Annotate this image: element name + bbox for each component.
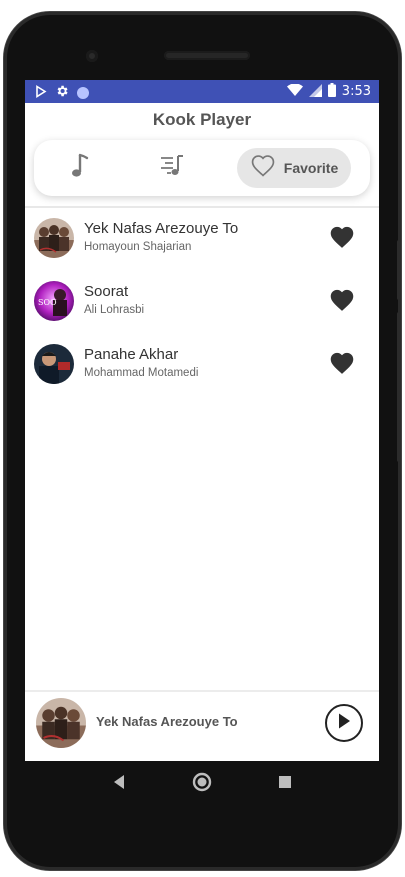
- play-button[interactable]: [325, 704, 363, 742]
- app-screen: 3:53 Kook Player Favorite Yek Nafas Arez…: [25, 80, 379, 761]
- favorite-button[interactable]: [329, 351, 355, 375]
- heart-filled-icon: [329, 226, 355, 253]
- front-camera: [86, 50, 98, 62]
- favorite-songs-list: Yek Nafas Arezouye To Homayoun Shajarian…: [25, 214, 379, 403]
- app-title: Kook Player: [152, 110, 252, 129]
- heart-outline-icon: [250, 154, 276, 182]
- tab-bar: Favorite: [34, 140, 370, 196]
- tab-favorite[interactable]: Favorite: [237, 148, 351, 188]
- tab-playlist[interactable]: [154, 148, 190, 188]
- battery-icon: [327, 83, 336, 100]
- heart-filled-icon: [329, 352, 355, 379]
- play-icon: [336, 712, 352, 735]
- playlist-icon: [159, 154, 185, 183]
- wifi-icon: [286, 82, 303, 100]
- home-icon[interactable]: [192, 772, 212, 797]
- list-item[interactable]: Yek Nafas Arezouye To Homayoun Shajarian: [25, 214, 379, 277]
- earpiece-speaker: [164, 51, 250, 60]
- list-item[interactable]: SOO Soorat Ali Lohrasbi: [25, 277, 379, 340]
- heart-filled-icon: [329, 289, 355, 316]
- play-store-icon: [35, 84, 47, 101]
- volume-button: [397, 312, 401, 462]
- song-artist: Ali Lohrasbi: [84, 304, 145, 316]
- song-title: Soorat: [84, 283, 129, 300]
- mini-player[interactable]: Yek Nafas Arezouye To: [25, 690, 379, 761]
- svg-text:SOO: SOO: [38, 298, 57, 307]
- recents-icon[interactable]: [278, 775, 292, 794]
- system-nav-bar: [25, 761, 379, 807]
- favorite-button[interactable]: [329, 288, 355, 312]
- notification-dot-icon: [77, 86, 89, 99]
- song-title: Panahe Akhar: [84, 346, 179, 363]
- tab-favorite-label: Favorite: [283, 160, 339, 176]
- favorite-button[interactable]: [329, 225, 355, 249]
- album-art: [34, 218, 74, 258]
- tab-songs[interactable]: [62, 148, 98, 188]
- back-icon[interactable]: [112, 774, 126, 795]
- power-button: [397, 240, 401, 300]
- album-art: SOO: [34, 281, 74, 321]
- settings-icon: [55, 84, 69, 101]
- song-title: Yek Nafas Arezouye To: [84, 220, 239, 237]
- status-bar: 3:53: [25, 80, 379, 103]
- now-playing-title: Yek Nafas Arezouye To: [96, 714, 238, 729]
- status-time: 3:53: [341, 84, 371, 99]
- divider: [25, 206, 379, 208]
- signal-icon: [308, 83, 322, 100]
- song-artist: Mohammad Motamedi: [84, 367, 199, 379]
- music-note-icon: [71, 153, 89, 184]
- album-art: [34, 344, 74, 384]
- list-item[interactable]: Panahe Akhar Mohammad Motamedi: [25, 340, 379, 403]
- song-artist: Homayoun Shajarian: [84, 241, 192, 253]
- now-playing-album-art: [36, 698, 86, 748]
